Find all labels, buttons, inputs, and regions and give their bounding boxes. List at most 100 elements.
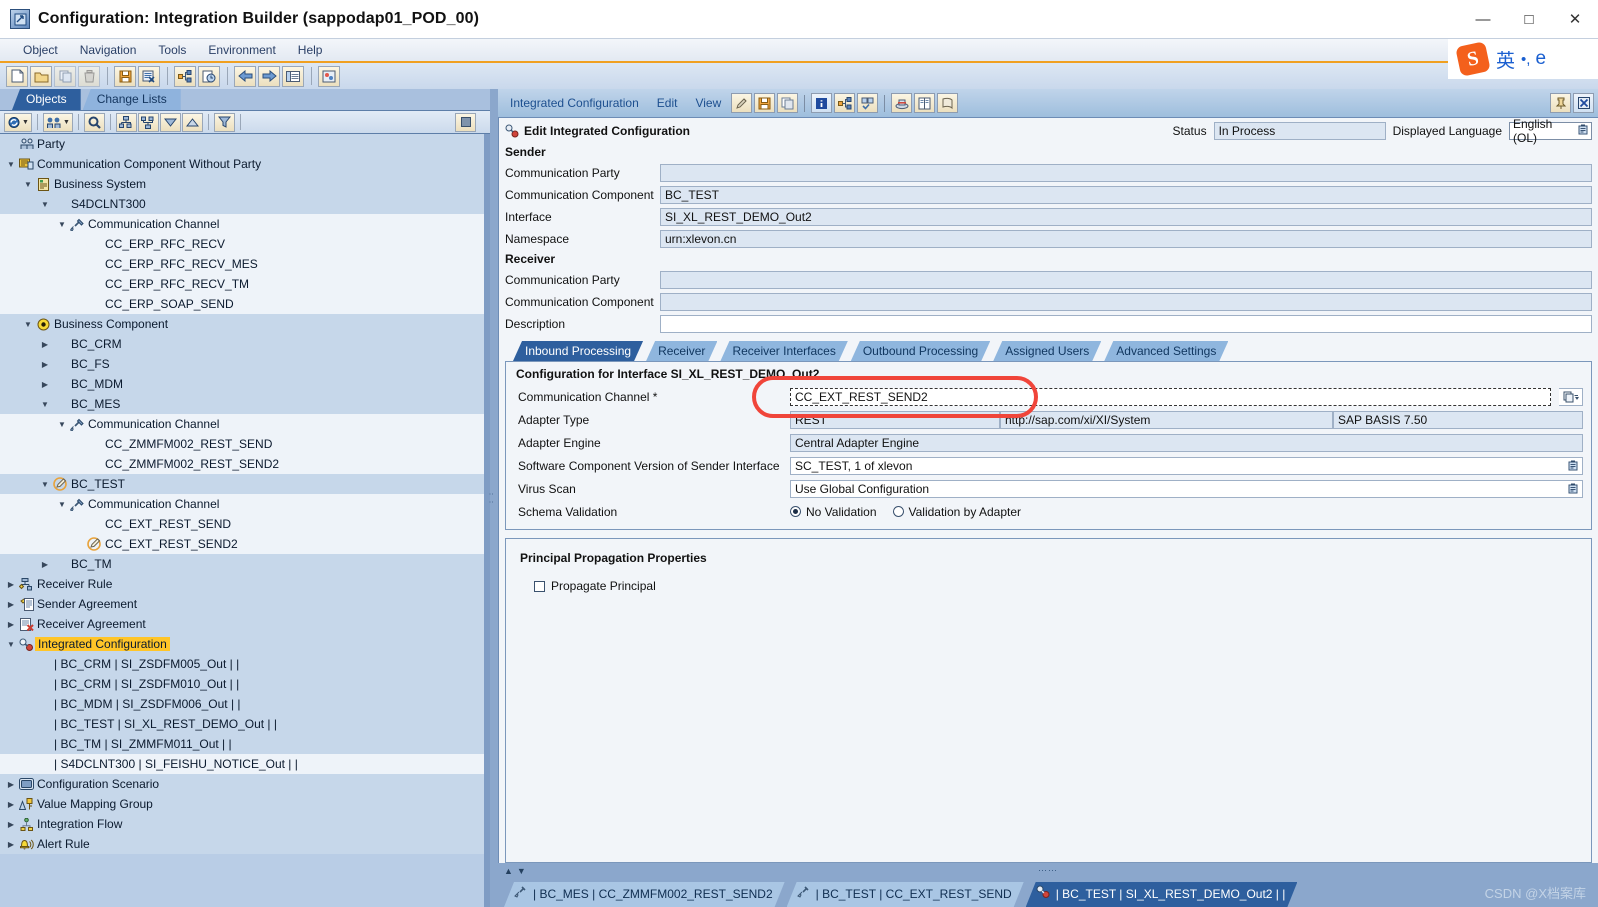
- chevron-down-icon[interactable]: ▼: [21, 180, 35, 189]
- list-picker-icon[interactable]: [1578, 124, 1588, 138]
- chevron-down-icon[interactable]: ▼: [22, 119, 29, 126]
- tree-item[interactable]: ▼ BC_TEST: [0, 474, 488, 494]
- tab-outbound-processing[interactable]: Outbound Processing: [851, 341, 990, 361]
- pin-icon[interactable]: [1550, 93, 1571, 113]
- menu-edit[interactable]: Edit: [649, 89, 686, 118]
- new-icon[interactable]: [6, 65, 28, 87]
- tree-item[interactable]: | BC_TM | SI_ZMMFM011_Out | |: [0, 734, 488, 754]
- info-icon[interactable]: [811, 93, 833, 113]
- ime-punctuation-icon[interactable]: •,: [1521, 51, 1530, 68]
- radio-validation-by-adapter[interactable]: Validation by Adapter: [892, 505, 1021, 519]
- search-icon[interactable]: [83, 112, 105, 132]
- tree-item[interactable]: CC_ERP_SOAP_SEND: [0, 294, 488, 314]
- chevron-right-icon[interactable]: ▶: [4, 780, 18, 789]
- tree-item[interactable]: CC_ZMMFM002_REST_SEND2: [0, 454, 488, 474]
- save-icon[interactable]: [754, 93, 776, 113]
- tab-assigned-users[interactable]: Assigned Users: [993, 341, 1101, 361]
- tree-item[interactable]: ▼ Communication Channel: [0, 414, 488, 434]
- history-icon[interactable]: [198, 65, 220, 87]
- tree-item[interactable]: ▼ Communication Channel: [0, 214, 488, 234]
- history-icon[interactable]: [937, 93, 959, 113]
- chevron-right-icon[interactable]: ▶: [4, 580, 18, 589]
- tree-item[interactable]: | BC_CRM | SI_ZSDFM005_Out | |: [0, 654, 488, 674]
- copy-icon[interactable]: [54, 65, 76, 87]
- list-icon[interactable]: [282, 65, 304, 87]
- tree-item[interactable]: | S4DCLNT300 | SI_FEISHU_NOTICE_Out | |: [0, 754, 488, 774]
- close-button[interactable]: ✕: [1552, 0, 1598, 38]
- chevron-down-icon[interactable]: ▼: [55, 500, 69, 509]
- docs-icon[interactable]: [914, 93, 936, 113]
- tree-item[interactable]: Party: [0, 134, 488, 154]
- ime-browser-icon[interactable]: e: [1535, 48, 1546, 70]
- tree-item[interactable]: CC_EXT_REST_SEND2: [0, 534, 488, 554]
- sender-communication-component-field[interactable]: BC_TEST: [660, 186, 1592, 204]
- save-icon[interactable]: [114, 65, 136, 87]
- chevron-down-icon[interactable]: ▼: [4, 160, 18, 169]
- menu-tools[interactable]: Tools: [147, 39, 197, 62]
- close-object-icon[interactable]: [138, 65, 160, 87]
- sender-interface-field[interactable]: SI_XL_REST_DEMO_Out2: [660, 208, 1592, 226]
- sender-namespace-field[interactable]: urn:xlevon.cn: [660, 230, 1592, 248]
- chevron-right-icon[interactable]: ▶: [38, 560, 52, 569]
- tree-item[interactable]: ▶ Receiver Agreement: [0, 614, 488, 634]
- tree-item[interactable]: CC_ERP_RFC_RECV_MES: [0, 254, 488, 274]
- where-used-icon[interactable]: [174, 65, 196, 87]
- receiver-description-field[interactable]: [660, 315, 1592, 333]
- where-used-icon[interactable]: [834, 93, 856, 113]
- menu-view[interactable]: View: [687, 89, 729, 118]
- chevron-right-icon[interactable]: ▶: [38, 340, 52, 349]
- tab-receiver[interactable]: Receiver: [646, 341, 717, 361]
- tree-item[interactable]: ▶ BC_TM: [0, 554, 488, 574]
- tab-advanced-settings[interactable]: Advanced Settings: [1104, 341, 1228, 361]
- chevron-down-icon[interactable]: ▼: [4, 640, 18, 649]
- tree-item[interactable]: ▼ BC_MES: [0, 394, 488, 414]
- propagate-principal-row[interactable]: Propagate Principal: [506, 579, 1591, 593]
- menu-navigation[interactable]: Navigation: [69, 39, 148, 62]
- chevron-down-icon[interactable]: ▼: [21, 320, 35, 329]
- chevron-right-icon[interactable]: ▶: [4, 800, 18, 809]
- bottom-tab-cc-ext-rest-send[interactable]: | BC_TEST | CC_EXT_REST_SEND: [787, 882, 1024, 907]
- tree-item[interactable]: ▶ BC_FS: [0, 354, 488, 374]
- tree-item[interactable]: ▶ Value Mapping Group: [0, 794, 488, 814]
- list-picker-icon[interactable]: [1568, 483, 1578, 494]
- find-pair-icon[interactable]: ▼: [42, 112, 73, 132]
- menu-integrated-configuration[interactable]: Integrated Configuration: [502, 89, 647, 118]
- minimize-button[interactable]: —: [1460, 0, 1506, 38]
- tree-item[interactable]: ▼ Communication Component Without Party: [0, 154, 488, 174]
- propagate-principal-checkbox[interactable]: [534, 580, 545, 592]
- chevron-right-icon[interactable]: ▶: [38, 360, 52, 369]
- chevron-right-icon[interactable]: ▶: [4, 840, 18, 849]
- chevron-right-icon[interactable]: ▶: [4, 620, 18, 629]
- open-icon[interactable]: [30, 65, 52, 87]
- chevron-down-icon[interactable]: ▼: [63, 119, 70, 126]
- expand-all-icon[interactable]: [115, 112, 137, 132]
- menu-object[interactable]: Object: [12, 39, 69, 62]
- tree-vertical-scrollbar[interactable]: [484, 134, 488, 907]
- forward-icon[interactable]: [258, 65, 280, 87]
- tree-item[interactable]: CC_ZMMFM002_REST_SEND: [0, 434, 488, 454]
- radio-no-validation[interactable]: No Validation: [790, 505, 877, 519]
- tab-inbound-processing[interactable]: Inbound Processing: [513, 341, 643, 361]
- close-icon[interactable]: [1573, 93, 1594, 113]
- tree-item[interactable]: ▼ Business Component: [0, 314, 488, 334]
- chevron-down-icon[interactable]: ▼: [38, 400, 52, 409]
- taskbar-scroll-arrows[interactable]: ▲ ▼: [504, 866, 526, 876]
- tree-item[interactable]: ▶ Integration Flow: [0, 814, 488, 834]
- tree-item[interactable]: | BC_TEST | SI_XL_REST_DEMO_Out | |: [0, 714, 488, 734]
- tree-item[interactable]: ▼ Communication Channel: [0, 494, 488, 514]
- bottom-tab-si-xl-rest-demo-out2[interactable]: | BC_TEST | SI_XL_REST_DEMO_Out2 | |: [1026, 882, 1298, 907]
- tree-item[interactable]: ▶ Alert Rule: [0, 834, 488, 854]
- displayed-language-select[interactable]: English (OL): [1509, 118, 1592, 145]
- theme-icon[interactable]: [318, 65, 340, 87]
- collapse-all-icon[interactable]: [137, 112, 159, 132]
- tree-item[interactable]: ▶ Configuration Scenario: [0, 774, 488, 794]
- tree-item[interactable]: | BC_CRM | SI_ZSDFM010_Out | |: [0, 674, 488, 694]
- back-icon[interactable]: [234, 65, 256, 87]
- chevron-down-icon[interactable]: ▼: [38, 200, 52, 209]
- software-component-version-field[interactable]: SC_TEST, 1 of xlevon: [790, 456, 1583, 475]
- tab-change-lists[interactable]: Change Lists: [82, 89, 181, 110]
- check-icon[interactable]: [857, 93, 879, 113]
- chevron-right-icon[interactable]: ▶: [38, 380, 52, 389]
- scroll-up-icon[interactable]: ▲: [504, 866, 513, 876]
- communication-channel-picker-button[interactable]: [1559, 387, 1583, 406]
